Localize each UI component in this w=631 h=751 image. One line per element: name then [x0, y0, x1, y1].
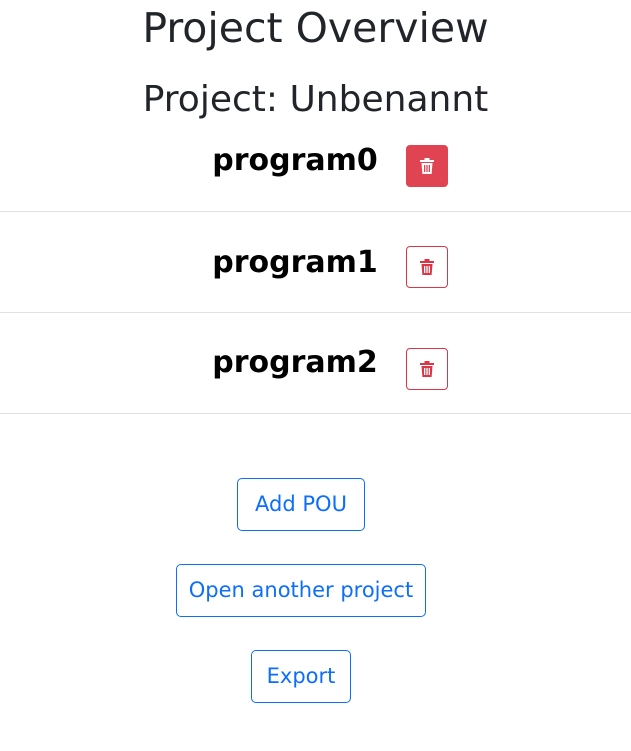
open-another-project-button[interactable]: Open another project	[176, 564, 426, 617]
trash-icon	[420, 361, 434, 377]
trash-icon	[420, 259, 434, 275]
program-row: program1	[0, 212, 631, 313]
program-name: program0	[212, 143, 378, 178]
program-name: program2	[212, 345, 378, 380]
program-row: program0	[0, 111, 631, 212]
delete-program-button[interactable]	[406, 246, 448, 288]
program-list: program0 program1 program2	[0, 0, 631, 420]
trash-icon	[420, 158, 434, 174]
add-pou-button[interactable]: Add POU	[237, 478, 365, 531]
delete-program-button[interactable]	[406, 348, 448, 390]
program-row: program2	[0, 313, 631, 414]
program-name: program1	[212, 245, 378, 280]
delete-program-button[interactable]	[406, 145, 448, 187]
export-button[interactable]: Export	[251, 650, 351, 703]
